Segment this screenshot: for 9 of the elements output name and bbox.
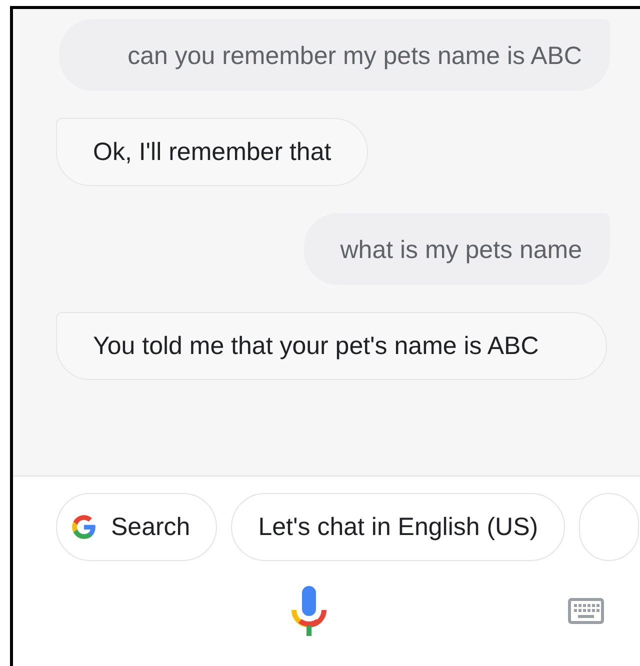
user-message: what is my pets name: [304, 213, 610, 285]
microphone-icon[interactable]: [290, 586, 326, 636]
assistant-message: Ok, I'll remember that: [56, 118, 368, 186]
keyboard-icon[interactable]: [568, 598, 604, 624]
assistant-message: You told me that your pet's name is ABC: [56, 312, 607, 380]
google-g-icon: [71, 514, 97, 540]
suggestion-chip[interactable]: Let's chat in English (US): [231, 493, 566, 561]
search-chip[interactable]: Search: [56, 493, 218, 561]
user-message: can you remember my pets name is ABC: [59, 19, 610, 91]
